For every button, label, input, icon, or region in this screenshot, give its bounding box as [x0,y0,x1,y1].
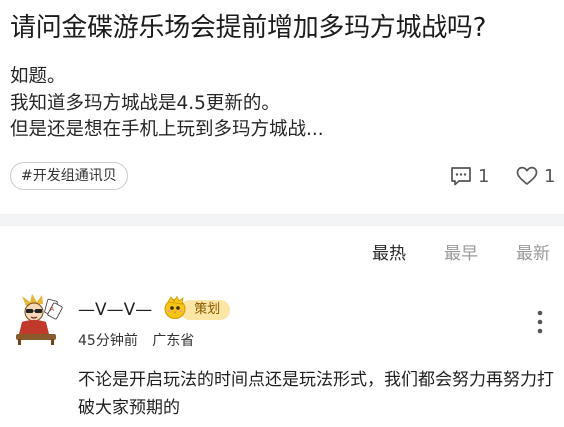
role-badge: 策划 [162,295,231,324]
sort-tab-earliest[interactable]: 最早 [444,240,516,268]
author-row: —V—V— 策划 [78,295,231,324]
post-body-line: 如题。 [10,66,66,87]
comment-time: 45分钟前 [78,333,138,349]
comment-text: 不论是开启玩法的时间点还是玩法形式，我们都会努力再努力打破大家预期的 [78,370,554,418]
more-options-button[interactable] [530,308,550,336]
topic-tag[interactable]: #开发组通讯贝 [10,162,128,190]
comment-count-button[interactable]: 1 [450,162,489,190]
comment-location: 广东省 [152,333,195,349]
more-vertical-icon [530,310,550,340]
sort-tab-newest[interactable]: 最新 [516,240,564,268]
post-body: 如题。 我知道多玛方城战是4.5更新的。 但是还是想在手机上玩到多玛方城战... [10,64,560,144]
post-title: 请问金碟游乐场会提前增加多玛方城战吗? [10,13,487,43]
section-divider [0,214,564,226]
author-name[interactable]: —V—V— [78,300,152,320]
like-button[interactable]: 1 [516,162,555,190]
post-body-line: 我知道多玛方城战是4.5更新的。 [10,92,280,114]
bird-mascot-icon [162,295,188,324]
comment-meta: 45分钟前 广东省 [78,330,194,350]
avatar[interactable]: A [10,292,64,346]
heart-outline-icon [516,166,538,186]
comment-bubble-icon [450,166,472,186]
sort-tab-hot[interactable]: 最热 [372,240,444,268]
post-body-line: 但是还是想在手机上玩到多玛方城战... [10,119,324,140]
comment-count: 1 [478,165,490,187]
comment-item: A —V—V— 策划 45分钟前 广东省 不论是开启玩法的时间点还是玩法形式，我… [0,282,564,427]
like-count: 1 [544,165,556,187]
post-card: 请问金碟游乐场会提前增加多玛方城战吗? 如题。 我知道多玛方城战是4.5更新的。… [0,0,564,214]
comment-sort-tabs: 最热 最早 最新 [372,240,564,268]
